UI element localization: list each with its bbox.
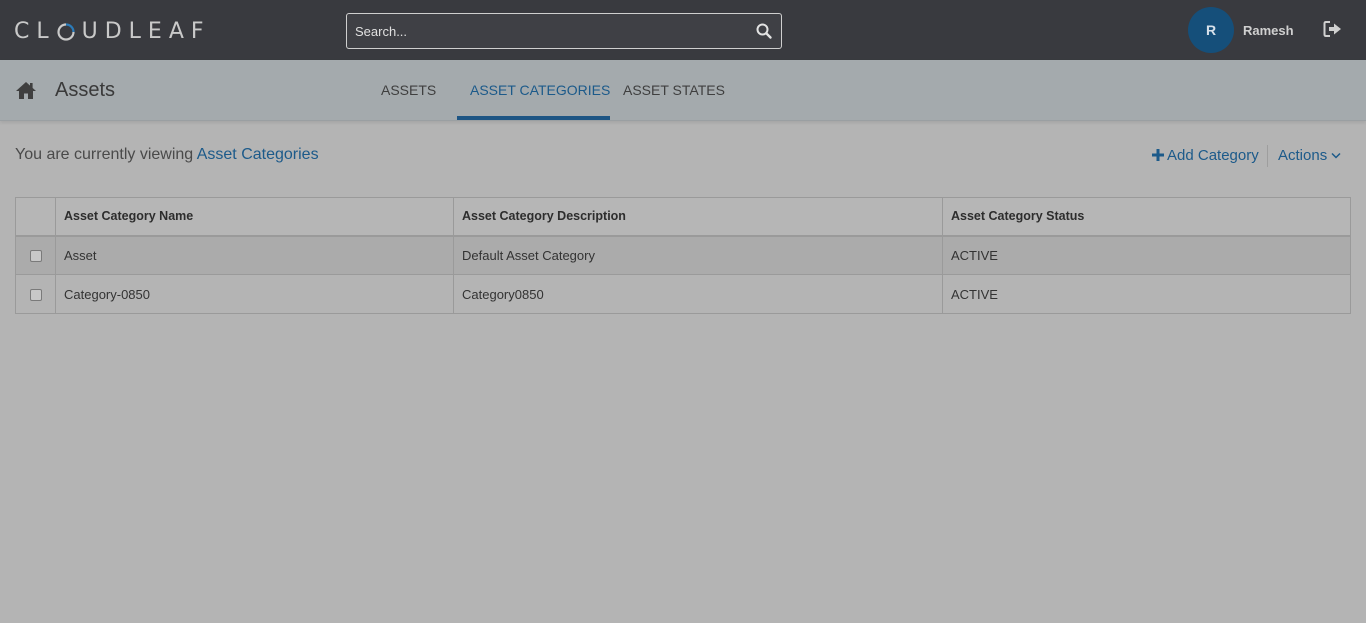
page-title: Assets [55,79,116,101]
add-category-button[interactable]: Add Category [1152,147,1259,164]
home-icon[interactable] [15,81,37,100]
sub-header: Assets ASSETS ASSET CATEGORIES ASSET STA… [0,60,1366,121]
category-description-cell: Category0850 [453,274,943,314]
row-select-cell [15,234,56,275]
viewing-caption: You are currently viewing Asset Categori… [15,146,319,164]
user-name[interactable]: Ramesh [1243,23,1294,38]
category-status-cell: ACTIVE [942,234,1351,275]
actions-dropdown[interactable]: Actions [1278,147,1341,164]
viewing-prefix: You are currently viewing [15,146,194,163]
avatar-initial: R [1205,22,1217,38]
cloudleaf-logo[interactable]: CL UDLEAF [14,18,211,44]
search-icon[interactable] [755,22,773,40]
search-box [346,13,782,49]
row-checkbox[interactable] [29,250,42,263]
table-row[interactable]: Category-0850 Category0850 ACTIVE [15,274,1351,314]
add-category-label: Add Category [1167,147,1259,164]
logo-o-mark-icon [57,22,75,41]
search-input[interactable] [355,14,745,48]
row-select-cell [15,274,56,314]
category-status-cell: ACTIVE [942,274,1351,314]
table-row[interactable]: Asset Default Asset Category ACTIVE [15,234,1351,275]
tab-asset-categories[interactable]: ASSET CATEGORIES [470,82,610,98]
plus-icon [1152,148,1164,163]
user-avatar[interactable]: R [1188,7,1234,53]
table-header-row: Asset Category Name Asset Category Descr… [15,197,1351,236]
asset-categories-table: Asset Category Name Asset Category Descr… [15,197,1351,314]
actions-label: Actions [1278,147,1328,164]
row-checkbox[interactable] [29,289,42,302]
top-bar: CL UDLEAF R Ramesh [0,0,1366,60]
column-header-status[interactable]: Asset Category Status [942,197,1351,236]
logout-icon[interactable] [1323,20,1343,38]
select-column-header [15,197,56,236]
category-description-cell: Default Asset Category [453,234,943,275]
column-header-description[interactable]: Asset Category Description [453,197,943,236]
tab-asset-states[interactable]: ASSET STATES [623,82,725,98]
viewing-target: Asset Categories [196,146,319,163]
tab-assets[interactable]: ASSETS [381,82,436,98]
toolbar-divider [1267,145,1268,167]
category-name-cell: Asset [55,234,454,275]
category-name-cell: Category-0850 [55,274,454,314]
column-header-name[interactable]: Asset Category Name [55,197,454,236]
active-tab-indicator [457,116,610,120]
chevron-down-icon [1331,152,1341,159]
